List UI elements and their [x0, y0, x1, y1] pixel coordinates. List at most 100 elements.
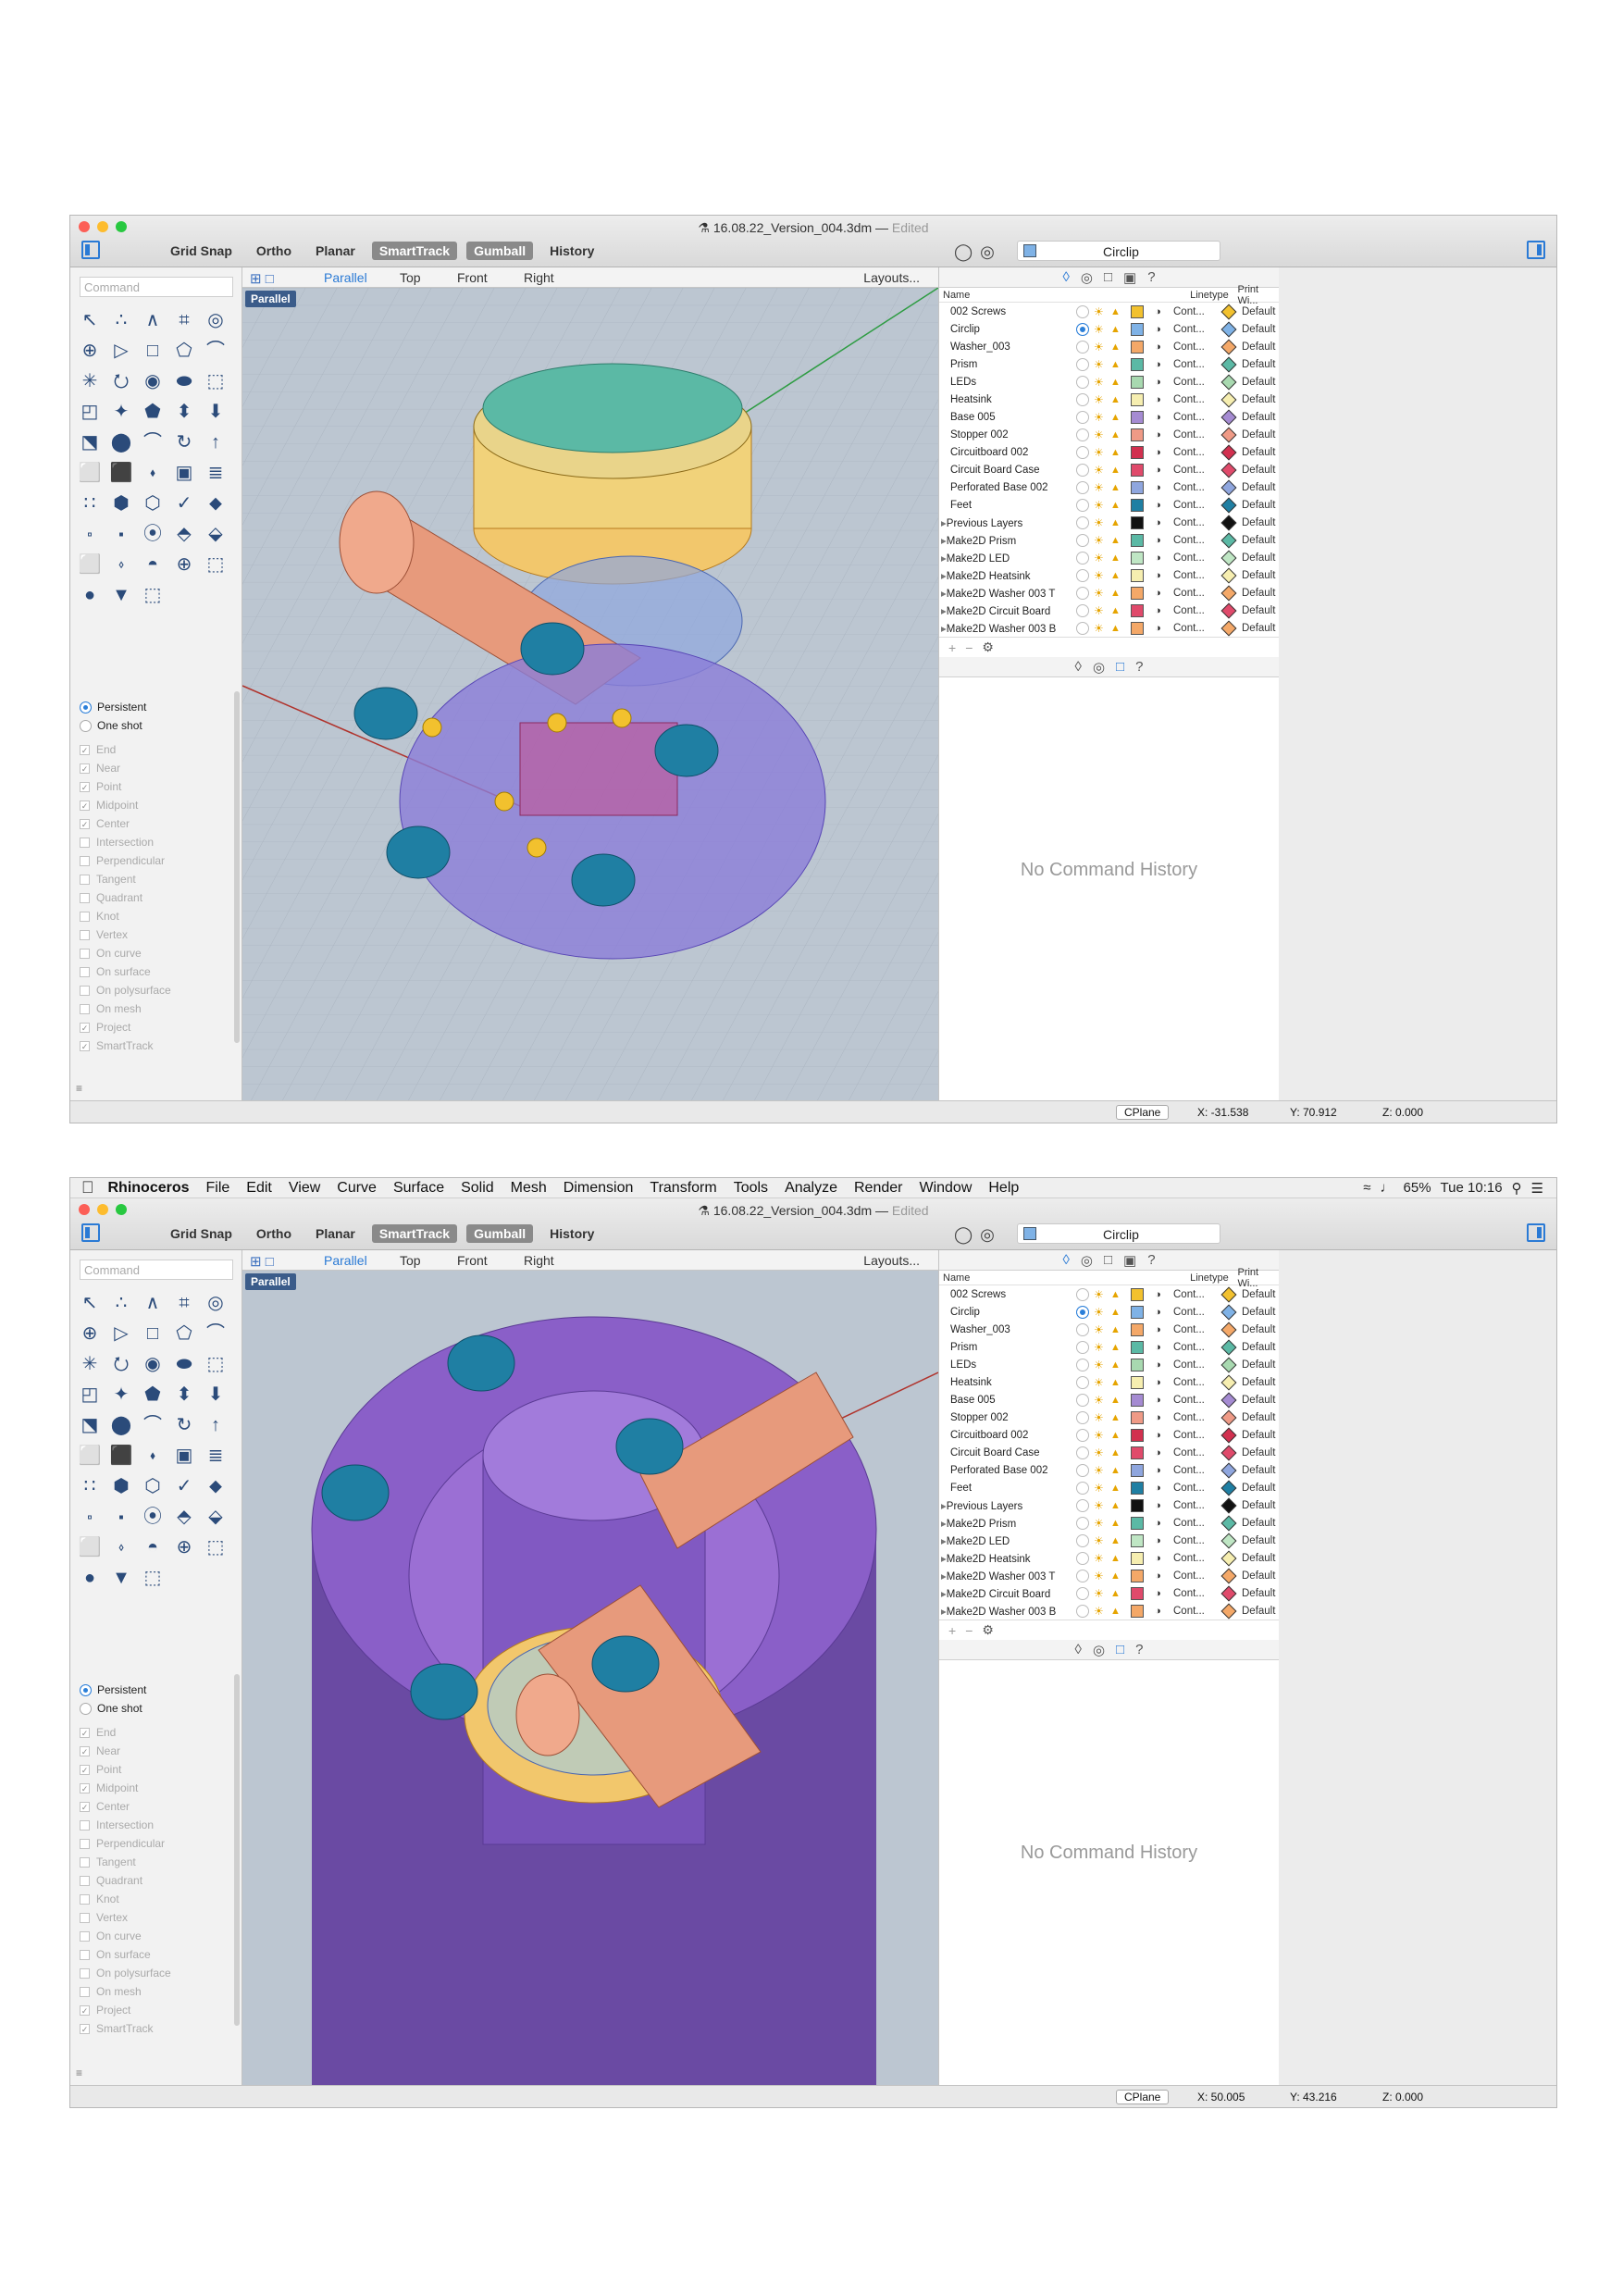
print-color-icon[interactable] — [1220, 1533, 1237, 1548]
layer-row[interactable]: Make2D Circuit Board ☀ ▲ ◑ Cont... Default — [939, 602, 1279, 619]
visibility-bulb-icon[interactable]: ☀ — [1094, 1587, 1105, 1600]
menu-curve[interactable]: Curve — [328, 1180, 385, 1197]
print-width-select[interactable]: Default — [1242, 1465, 1275, 1476]
print-color-icon[interactable] — [1220, 444, 1237, 460]
material-icon[interactable]: ◑ — [1155, 517, 1164, 528]
snap-icon[interactable]: ⬘ — [170, 1503, 198, 1531]
current-layer-radio[interactable] — [1076, 1393, 1089, 1407]
visibility-bulb-icon[interactable]: ☀ — [1094, 305, 1105, 318]
lock-icon[interactable]: ▲ — [1110, 1500, 1121, 1511]
tab-right[interactable]: Right — [524, 1253, 554, 1268]
visibility-bulb-icon[interactable]: ☀ — [1094, 1605, 1105, 1618]
print-width-select[interactable]: Default — [1242, 429, 1275, 441]
zoom-icon[interactable]: ⬞ — [76, 1503, 104, 1531]
current-layer-radio[interactable] — [1076, 410, 1089, 424]
rotate-icon[interactable]: ↻ — [170, 428, 198, 456]
linetype-select[interactable]: Cont... — [1173, 482, 1221, 493]
layer-color-swatch[interactable] — [1131, 480, 1144, 494]
layer-color-swatch[interactable] — [1131, 340, 1144, 354]
rectangle-icon[interactable]: ⌗ — [170, 1289, 198, 1317]
material-icon[interactable]: ● — [76, 1564, 104, 1592]
split-icon[interactable]: ⬍ — [170, 398, 198, 426]
checkbox-icon[interactable] — [80, 1986, 90, 1997]
checkbox-icon[interactable] — [80, 837, 90, 848]
osnap-smarttrack[interactable]: ✓ SmartTrack — [80, 1036, 233, 1055]
add-layer-icon[interactable]: + — [948, 1623, 956, 1638]
linetype-select[interactable]: Cont... — [1173, 1395, 1221, 1406]
checkbox-icon[interactable] — [80, 1003, 90, 1014]
print-width-select[interactable]: Default — [1242, 1606, 1275, 1617]
current-layer-radio[interactable] — [1076, 1533, 1089, 1547]
target-icon[interactable]: ◎ — [980, 1225, 995, 1245]
current-layer-radio[interactable] — [1076, 375, 1089, 389]
lock-icon[interactable]: ▲ — [1110, 1395, 1121, 1406]
osnap-tangent[interactable]: Tangent — [80, 1853, 233, 1871]
heatsink[interactable] — [473, 363, 752, 585]
print-color-icon[interactable] — [1220, 515, 1237, 530]
osnap-near[interactable]: ✓ Near — [80, 759, 233, 777]
menu-lines-icon[interactable]: ≡ — [76, 1082, 82, 1095]
linetype-select[interactable]: Cont... — [1173, 1518, 1221, 1529]
lock-icon[interactable]: ▲ — [1110, 1447, 1121, 1458]
print-color-icon[interactable] — [1220, 1409, 1237, 1425]
lock-icon[interactable]: ▲ — [1110, 1483, 1121, 1494]
lock-icon[interactable]: ▲ — [1110, 1518, 1121, 1529]
split-icon[interactable]: ⬍ — [170, 1381, 198, 1409]
osnap-icon[interactable]: ◯ — [954, 1225, 973, 1245]
toggle-smarttrack[interactable]: SmartTrack — [371, 242, 458, 260]
lock-icon[interactable]: ▲ — [1110, 1289, 1121, 1300]
col-linetype[interactable]: Linetype — [1190, 290, 1237, 301]
toggle-gumball[interactable]: Gumball — [466, 242, 534, 260]
current-layer-radio[interactable] — [1076, 340, 1089, 354]
layer-row[interactable]: Base 005 ☀ ▲ ◑ Cont... Default — [939, 1391, 1279, 1409]
point-icon[interactable]: ∴ — [107, 1289, 135, 1317]
trim-icon[interactable]: ⬇ — [202, 1381, 229, 1409]
layer-color-swatch[interactable] — [1131, 1322, 1144, 1336]
print-width-select[interactable]: Default — [1242, 1535, 1275, 1546]
layer-color-swatch[interactable] — [1131, 498, 1144, 512]
linetype-select[interactable]: Cont... — [1173, 1553, 1221, 1564]
current-layer-radio[interactable] — [1076, 1586, 1089, 1600]
current-layer-radio[interactable] — [1076, 1340, 1089, 1354]
menu-surface[interactable]: Surface — [385, 1180, 452, 1197]
print-width-select[interactable]: Default — [1242, 1447, 1275, 1458]
osnap-on-curve[interactable]: On curve — [80, 944, 233, 962]
layer-color-swatch[interactable] — [1131, 1287, 1144, 1301]
layer-row[interactable]: Perforated Base 002 ☀ ▲ ◑ Cont... Default — [939, 1461, 1279, 1479]
orbit-icon[interactable]: ⦿ — [139, 520, 167, 548]
layer-row[interactable]: Washer_003 ☀ ▲ ◑ Cont... Default — [939, 1321, 1279, 1338]
visibility-bulb-icon[interactable]: ☀ — [1094, 499, 1105, 512]
visibility-bulb-icon[interactable]: ☀ — [1094, 1429, 1105, 1442]
boolean-icon[interactable]: ⬬ — [170, 1350, 198, 1378]
layer-color-swatch[interactable] — [1131, 428, 1144, 441]
visibility-bulb-icon[interactable]: ☀ — [1094, 1446, 1105, 1459]
align-icon[interactable]: ≣ — [202, 1442, 229, 1470]
viewport[interactable]: Parallel — [242, 288, 938, 1102]
layer-color-swatch[interactable] — [1131, 322, 1144, 336]
analyze-icon[interactable]: ⬥ — [202, 1472, 229, 1500]
linetype-select[interactable]: Cont... — [1173, 1412, 1221, 1423]
material-icon[interactable]: ◑ — [1155, 552, 1164, 564]
osnap-point[interactable]: ✓ Point — [80, 777, 233, 796]
layer-color-swatch[interactable] — [1131, 445, 1144, 459]
lock-icon[interactable]: ▲ — [1110, 588, 1121, 599]
current-layer-radio[interactable] — [1076, 480, 1089, 494]
material-icon[interactable]: ◑ — [1155, 500, 1164, 511]
text-icon[interactable]: ⬢ — [107, 490, 135, 517]
command-input[interactable]: Command — [80, 1260, 233, 1280]
pan-icon[interactable]: ⬝ — [107, 1503, 135, 1531]
material-icon[interactable]: ◑ — [1155, 1588, 1164, 1599]
linetype-select[interactable]: Cont... — [1173, 429, 1221, 441]
print-width-select[interactable]: Default — [1242, 1570, 1275, 1582]
layer-row[interactable]: Make2D Washer 003 T ☀ ▲ ◑ Cont... Default — [939, 1567, 1279, 1584]
dimension-icon[interactable]: ∷ — [76, 490, 104, 517]
tab-right[interactable]: Right — [524, 270, 554, 285]
lock-icon[interactable]: ▲ — [1110, 1342, 1121, 1353]
print-color-icon[interactable] — [1220, 1445, 1237, 1460]
visibility-bulb-icon[interactable]: ☀ — [1094, 587, 1105, 600]
lock-icon[interactable]: ▲ — [1110, 447, 1121, 458]
dimension-icon[interactable]: ∷ — [76, 1472, 104, 1500]
material-icon[interactable]: ◑ — [1155, 605, 1164, 616]
radio-icon[interactable] — [80, 719, 92, 732]
lock-icon[interactable]: ▲ — [1110, 1377, 1121, 1388]
